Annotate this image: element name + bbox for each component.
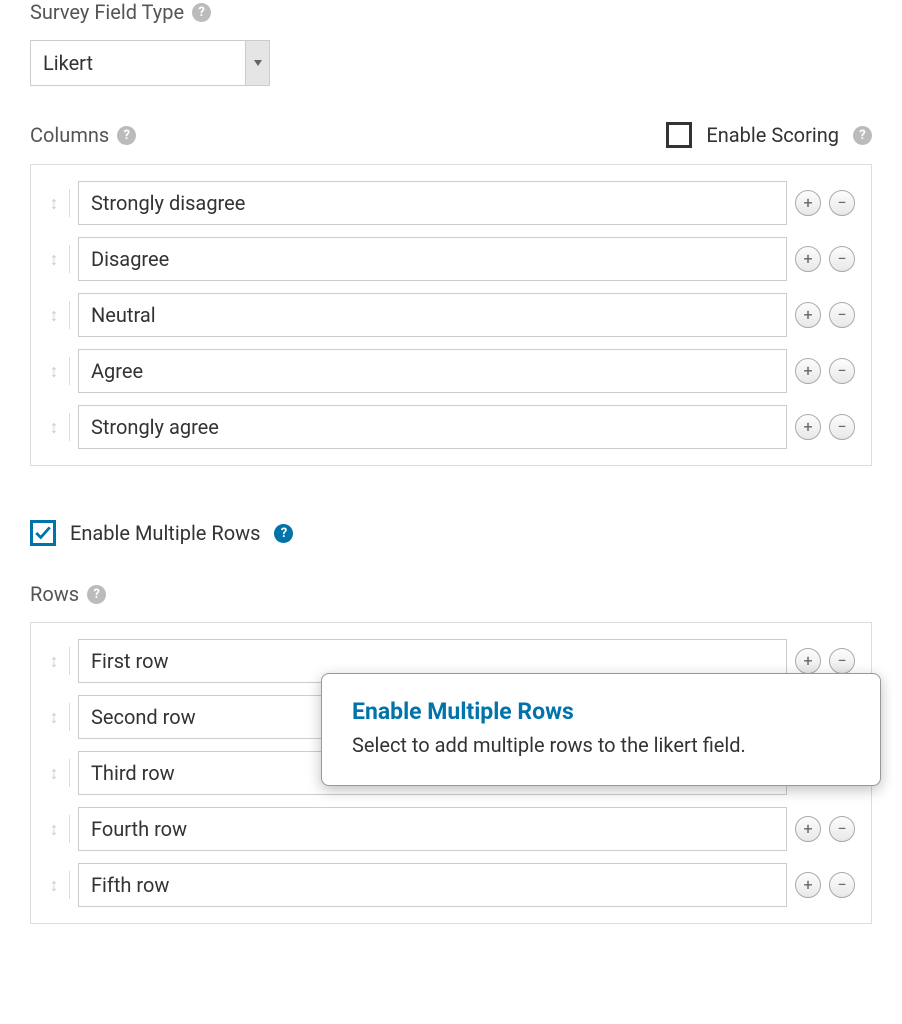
add-button[interactable]: + xyxy=(795,816,821,842)
survey-field-type-select[interactable]: Likert xyxy=(30,40,270,86)
add-button[interactable]: + xyxy=(795,246,821,272)
add-button[interactable]: + xyxy=(795,648,821,674)
divider xyxy=(69,703,70,731)
column-item: ↕ + − xyxy=(47,175,855,231)
drag-handle-icon[interactable]: ↕ xyxy=(47,249,61,270)
columns-box: ↕ + − ↕ + − ↕ + − ↕ + − ↕ + − xyxy=(30,164,872,466)
enable-scoring-group: Enable Scoring ? xyxy=(666,122,872,148)
row-item: ↕ + − xyxy=(47,857,855,913)
help-icon[interactable]: ? xyxy=(87,585,106,604)
remove-button[interactable]: − xyxy=(829,414,855,440)
column-input[interactable] xyxy=(78,237,787,281)
rows-label: Rows ? xyxy=(30,582,872,606)
drag-handle-icon[interactable]: ↕ xyxy=(47,361,61,382)
column-item: ↕ + − xyxy=(47,343,855,399)
add-button[interactable]: + xyxy=(795,190,821,216)
divider xyxy=(69,301,70,329)
drag-handle-icon[interactable]: ↕ xyxy=(47,417,61,438)
column-item: ↕ + − xyxy=(47,287,855,343)
help-icon[interactable]: ? xyxy=(117,126,136,145)
help-icon[interactable]: ? xyxy=(853,126,872,145)
columns-label: Columns ? xyxy=(30,123,136,147)
divider xyxy=(69,759,70,787)
divider xyxy=(69,189,70,217)
survey-field-type-label: Survey Field Type ? xyxy=(30,0,872,24)
divider xyxy=(69,245,70,273)
remove-button[interactable]: − xyxy=(829,246,855,272)
add-button[interactable]: + xyxy=(795,414,821,440)
remove-button[interactable]: − xyxy=(829,190,855,216)
column-item: ↕ + − xyxy=(47,231,855,287)
drag-handle-icon[interactable]: ↕ xyxy=(47,707,61,728)
divider xyxy=(69,815,70,843)
enable-multiple-rows-group: Enable Multiple Rows ? xyxy=(30,520,872,546)
add-button[interactable]: + xyxy=(795,358,821,384)
drag-handle-icon[interactable]: ↕ xyxy=(47,193,61,214)
remove-button[interactable]: − xyxy=(829,648,855,674)
column-input[interactable] xyxy=(78,293,787,337)
add-button[interactable]: + xyxy=(795,302,821,328)
chevron-down-icon xyxy=(245,41,269,85)
enable-multiple-rows-checkbox[interactable] xyxy=(30,520,56,546)
tooltip-title: Enable Multiple Rows xyxy=(352,698,850,725)
divider xyxy=(69,357,70,385)
remove-button[interactable]: − xyxy=(829,302,855,328)
rows-text: Rows xyxy=(30,582,79,606)
drag-handle-icon[interactable]: ↕ xyxy=(47,651,61,672)
tooltip: Enable Multiple Rows Select to add multi… xyxy=(321,673,881,786)
tooltip-body: Select to add multiple rows to the liker… xyxy=(352,733,850,757)
add-button[interactable]: + xyxy=(795,872,821,898)
survey-field-type-value: Likert xyxy=(31,41,245,85)
remove-button[interactable]: − xyxy=(829,358,855,384)
help-icon[interactable]: ? xyxy=(274,524,293,543)
columns-text: Columns xyxy=(30,123,109,147)
enable-scoring-label: Enable Scoring xyxy=(706,123,839,147)
drag-handle-icon[interactable]: ↕ xyxy=(47,819,61,840)
row-input[interactable] xyxy=(78,863,787,907)
drag-handle-icon[interactable]: ↕ xyxy=(47,875,61,896)
remove-button[interactable]: − xyxy=(829,872,855,898)
divider xyxy=(69,413,70,441)
column-item: ↕ + − xyxy=(47,399,855,455)
drag-handle-icon[interactable]: ↕ xyxy=(47,763,61,784)
remove-button[interactable]: − xyxy=(829,816,855,842)
column-input[interactable] xyxy=(78,349,787,393)
drag-handle-icon[interactable]: ↕ xyxy=(47,305,61,326)
survey-field-type-text: Survey Field Type xyxy=(30,0,184,24)
enable-scoring-checkbox[interactable] xyxy=(666,122,692,148)
help-icon[interactable]: ? xyxy=(192,3,211,22)
column-input[interactable] xyxy=(78,181,787,225)
row-input[interactable] xyxy=(78,807,787,851)
row-item: ↕ + − xyxy=(47,801,855,857)
divider xyxy=(69,647,70,675)
divider xyxy=(69,871,70,899)
column-input[interactable] xyxy=(78,405,787,449)
enable-multiple-rows-label: Enable Multiple Rows xyxy=(70,521,260,545)
rows-box: ↕ + − ↕ + − ↕ + − ↕ + − ↕ + − Enable Mul… xyxy=(30,622,872,924)
